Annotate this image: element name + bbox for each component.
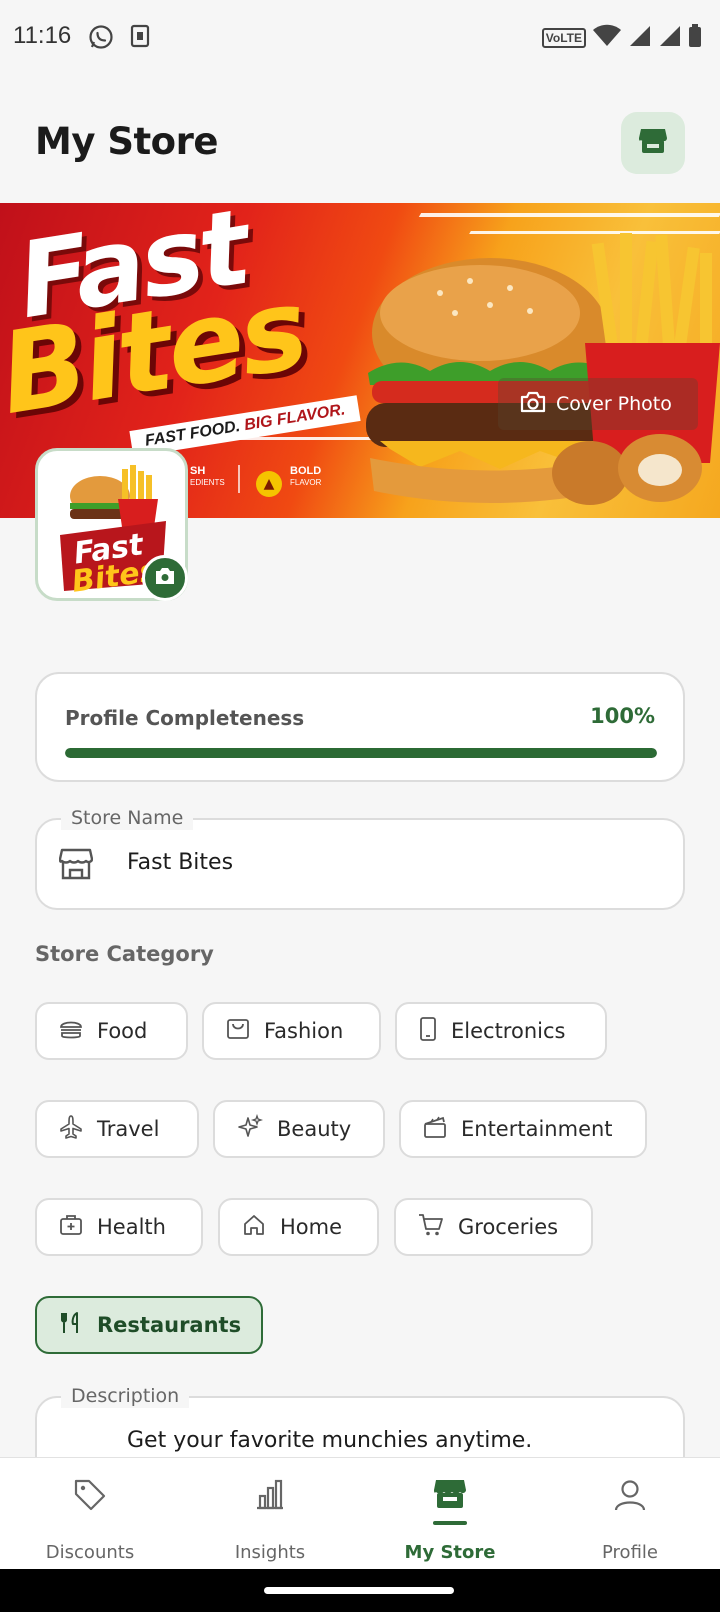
bottom-navigation: Discounts Insights My Store Profile	[0, 1457, 720, 1569]
battery-icon	[688, 24, 702, 52]
nav-profile[interactable]: Profile	[540, 1458, 720, 1570]
category-chip-electronics[interactable]: Electronics	[395, 1002, 607, 1060]
chip-label: Home	[280, 1215, 343, 1239]
cover-feature-1: SH EDIENTS	[190, 465, 225, 489]
nav-label: My Store	[404, 1542, 496, 1563]
house-icon	[242, 1214, 266, 1241]
sparkle-icon	[237, 1113, 264, 1145]
nav-discounts[interactable]: Discounts	[0, 1458, 180, 1570]
category-chip-groceries[interactable]: Groceries	[394, 1198, 593, 1256]
category-chip-restaurants[interactable]: Restaurants	[35, 1296, 263, 1354]
chip-label: Fashion	[264, 1019, 344, 1043]
change-logo-button[interactable]	[142, 555, 188, 601]
chip-label: Health	[97, 1215, 166, 1239]
camera-icon	[155, 567, 175, 589]
nuggets-illustration	[552, 434, 702, 505]
category-chip-travel[interactable]: Travel	[35, 1100, 199, 1158]
page-title: My Store	[35, 120, 218, 163]
nav-label: Profile	[602, 1542, 658, 1563]
store-name-legend: Store Name	[61, 806, 194, 830]
completeness-progress-fill	[65, 748, 657, 758]
category-chip-beauty[interactable]: Beauty	[213, 1100, 385, 1158]
bag-icon	[226, 1018, 250, 1045]
store-category-label: Store Category	[35, 942, 214, 966]
store-outline-icon	[58, 847, 94, 885]
system-navigation-bar	[0, 1569, 720, 1612]
thumbs-up-icon: ▲	[256, 471, 282, 497]
category-chip-home[interactable]: Home	[218, 1198, 379, 1256]
signal-icon-2	[658, 24, 682, 52]
category-chip-entertainment[interactable]: Entertainment	[399, 1100, 647, 1158]
chip-label: Restaurants	[97, 1313, 242, 1337]
medkit-icon	[59, 1214, 83, 1241]
cover-photo-button[interactable]: Cover Photo	[498, 378, 698, 430]
signal-icon	[628, 24, 652, 52]
clapperboard-icon	[423, 1116, 447, 1143]
tag-icon	[73, 1478, 107, 1516]
sim-card-icon	[130, 24, 150, 52]
category-chip-food[interactable]: Food	[35, 1002, 188, 1060]
nav-label: Discounts	[45, 1542, 135, 1563]
nav-label: Insights	[234, 1542, 306, 1563]
store-name-value: Fast Bites	[127, 850, 234, 875]
nav-insights[interactable]: Insights	[180, 1458, 360, 1570]
whatsapp-icon	[88, 24, 114, 54]
decor-stripe	[418, 213, 720, 217]
tagline-part-b: BIG FLAVOR.	[243, 401, 347, 435]
chip-label: Travel	[97, 1117, 160, 1141]
store-view-button[interactable]	[621, 112, 685, 174]
store-icon	[433, 1478, 467, 1514]
plane-icon	[59, 1114, 83, 1144]
status-bar: 11:16 VoLTE	[0, 0, 720, 78]
feature2-top: BOLD	[290, 465, 322, 477]
cover-feature-2: BOLD FLAVOR	[290, 465, 321, 489]
cover-photo-label: Cover Photo	[556, 393, 672, 415]
description-legend: Description	[61, 1384, 190, 1408]
store-icon	[638, 127, 668, 159]
home-gesture-handle[interactable]	[264, 1587, 454, 1594]
category-chip-health[interactable]: Health	[35, 1198, 203, 1256]
feature1-bottom: EDIENTS	[190, 478, 225, 487]
camera-icon	[520, 391, 546, 418]
wifi-icon	[592, 24, 622, 52]
chip-label: Entertainment	[461, 1117, 613, 1141]
completeness-label: Profile Completeness	[65, 706, 305, 730]
store-name-field[interactable]: Store Name Fast Bites	[35, 806, 685, 910]
completeness-progress-bar	[65, 748, 657, 758]
nav-my-store[interactable]: My Store	[360, 1458, 540, 1570]
feature1-top: SH	[190, 465, 206, 477]
completeness-percent: 100%	[590, 704, 655, 728]
status-time: 11:16	[13, 22, 72, 49]
feature-divider	[238, 465, 240, 493]
phone-icon	[419, 1016, 437, 1046]
category-chip-fashion[interactable]: Fashion	[202, 1002, 381, 1060]
active-indicator	[433, 1521, 467, 1525]
profile-completeness-card: Profile Completeness 100%	[35, 672, 685, 782]
chip-label: Groceries	[458, 1215, 559, 1239]
chip-label: Electronics	[451, 1019, 566, 1043]
person-icon	[613, 1478, 647, 1516]
chip-label: Food	[97, 1019, 148, 1043]
bar-chart-icon	[254, 1478, 286, 1514]
tagline-part-a: FAST FOOD.	[143, 417, 242, 450]
cart-icon	[418, 1213, 444, 1242]
feature2-bottom: FLAVOR	[290, 478, 322, 487]
my-store-screen: 11:16 VoLTE My Store Fast Bites FAST FOO…	[0, 0, 720, 1612]
chip-label: Beauty	[277, 1117, 352, 1141]
volte-badge: VoLTE	[541, 28, 586, 48]
description-value: Get your favorite munchies anytime.	[127, 1428, 533, 1453]
utensils-icon	[59, 1311, 83, 1340]
burger-icon	[59, 1018, 83, 1045]
